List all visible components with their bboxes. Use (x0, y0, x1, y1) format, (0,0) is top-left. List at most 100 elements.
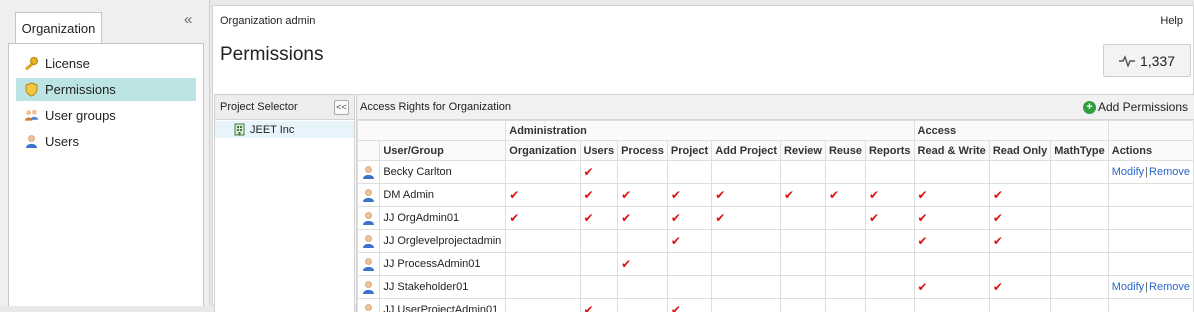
permission-cell[interactable]: ✔ (914, 184, 989, 207)
activity-count-button[interactable]: 1,337 (1103, 44, 1191, 77)
permission-cell[interactable]: ✔ (825, 184, 865, 207)
permission-cell[interactable]: ✔ (989, 207, 1050, 230)
permission-cell[interactable] (1051, 299, 1109, 312)
permission-cell[interactable] (865, 276, 914, 299)
sidebar-item-permissions[interactable]: Permissions (16, 78, 196, 101)
add-permissions-button[interactable]: + Add Permissions (1083, 100, 1188, 114)
permission-cell[interactable] (618, 276, 668, 299)
permission-cell[interactable] (712, 276, 781, 299)
permission-cell[interactable]: ✔ (781, 184, 826, 207)
table-row[interactable]: JJ ProcessAdmin01✔ (358, 253, 1194, 276)
collapse-project-selector-icon[interactable]: << (334, 100, 349, 115)
permission-cell[interactable] (618, 161, 668, 184)
permission-cell[interactable] (825, 253, 865, 276)
permission-cell[interactable]: ✔ (580, 299, 618, 312)
sidebar-item-users[interactable]: Users (16, 130, 196, 153)
sidebar-item-user-groups[interactable]: User groups (16, 104, 196, 127)
permission-cell[interactable] (580, 253, 618, 276)
permission-cell[interactable] (712, 230, 781, 253)
help-link[interactable]: Help (1160, 15, 1183, 27)
permission-cell[interactable] (1051, 161, 1109, 184)
permission-cell[interactable] (781, 299, 826, 312)
permission-cell[interactable] (825, 276, 865, 299)
permission-cell[interactable] (1051, 276, 1109, 299)
permission-cell[interactable] (825, 161, 865, 184)
table-row[interactable]: JJ Stakeholder01✔✔Modify|Remove (358, 276, 1194, 299)
column-header[interactable]: Process (618, 141, 668, 161)
permission-cell[interactable]: ✔ (506, 184, 580, 207)
permission-cell[interactable] (989, 253, 1050, 276)
permission-cell[interactable] (914, 299, 989, 312)
column-header[interactable]: Reuse (825, 141, 865, 161)
column-header[interactable]: Review (781, 141, 826, 161)
remove-link[interactable]: Remove (1149, 166, 1190, 178)
permission-cell[interactable]: ✔ (618, 253, 668, 276)
table-row[interactable]: Becky Carlton✔Modify|Remove (358, 161, 1194, 184)
column-header[interactable]: User/Group (380, 141, 506, 161)
permission-cell[interactable] (865, 253, 914, 276)
permission-cell[interactable]: ✔ (580, 207, 618, 230)
permission-cell[interactable] (1051, 230, 1109, 253)
column-header[interactable]: Project (667, 141, 711, 161)
permission-cell[interactable] (781, 253, 826, 276)
permission-cell[interactable] (712, 253, 781, 276)
permission-cell[interactable] (781, 230, 826, 253)
permission-cell[interactable] (580, 276, 618, 299)
permission-cell[interactable] (667, 161, 711, 184)
permission-cell[interactable]: ✔ (914, 207, 989, 230)
permission-cell[interactable] (667, 276, 711, 299)
permission-cell[interactable] (506, 161, 580, 184)
permission-cell[interactable] (989, 161, 1050, 184)
permission-cell[interactable]: ✔ (989, 230, 1050, 253)
permission-cell[interactable]: ✔ (989, 276, 1050, 299)
permission-cell[interactable] (618, 230, 668, 253)
column-header[interactable]: MathType (1051, 141, 1109, 161)
column-header[interactable]: Users (580, 141, 618, 161)
remove-link[interactable]: Remove (1149, 281, 1190, 293)
permission-cell[interactable]: ✔ (618, 184, 668, 207)
permission-cell[interactable] (781, 207, 826, 230)
collapse-sidebar-icon[interactable]: « (184, 11, 192, 28)
modify-link[interactable]: Modify (1112, 166, 1144, 178)
project-tree-item[interactable]: JEET Inc (215, 121, 354, 138)
permission-cell[interactable] (914, 253, 989, 276)
permission-cell[interactable] (506, 299, 580, 312)
table-row[interactable]: JJ OrgAdmin01✔✔✔✔✔✔✔✔ (358, 207, 1194, 230)
permission-cell[interactable] (825, 207, 865, 230)
permission-cell[interactable] (914, 161, 989, 184)
permission-cell[interactable] (1051, 207, 1109, 230)
permission-cell[interactable] (667, 253, 711, 276)
permission-cell[interactable]: ✔ (712, 184, 781, 207)
permission-cell[interactable]: ✔ (667, 299, 711, 312)
permission-cell[interactable] (712, 161, 781, 184)
column-header[interactable]: Reports (865, 141, 914, 161)
permission-cell[interactable] (781, 161, 826, 184)
permission-cell[interactable] (825, 230, 865, 253)
table-row[interactable]: JJ UserProjectAdmin01✔✔ (358, 299, 1194, 312)
column-header[interactable]: Read Only (989, 141, 1050, 161)
sidebar-item-license[interactable]: License (16, 52, 196, 75)
permission-cell[interactable] (506, 276, 580, 299)
permission-cell[interactable]: ✔ (712, 207, 781, 230)
breadcrumb[interactable]: Organization admin (220, 15, 315, 27)
column-header[interactable]: Actions (1108, 141, 1193, 161)
permission-cell[interactable]: ✔ (914, 230, 989, 253)
permission-cell[interactable]: ✔ (580, 161, 618, 184)
modify-link[interactable]: Modify (1112, 281, 1144, 293)
permission-cell[interactable]: ✔ (914, 276, 989, 299)
permission-cell[interactable]: ✔ (989, 184, 1050, 207)
column-header[interactable]: Add Project (712, 141, 781, 161)
permission-cell[interactable]: ✔ (618, 207, 668, 230)
permission-cell[interactable]: ✔ (865, 184, 914, 207)
tab-organization[interactable]: Organization (15, 12, 102, 43)
permission-cell[interactable] (712, 299, 781, 312)
permission-cell[interactable] (506, 253, 580, 276)
permission-cell[interactable]: ✔ (865, 207, 914, 230)
permission-cell[interactable] (825, 299, 865, 312)
permission-cell[interactable]: ✔ (667, 230, 711, 253)
permission-cell[interactable] (1051, 184, 1109, 207)
column-header[interactable]: Read & Write (914, 141, 989, 161)
permission-cell[interactable] (580, 230, 618, 253)
permission-cell[interactable]: ✔ (580, 184, 618, 207)
permission-cell[interactable] (1051, 253, 1109, 276)
